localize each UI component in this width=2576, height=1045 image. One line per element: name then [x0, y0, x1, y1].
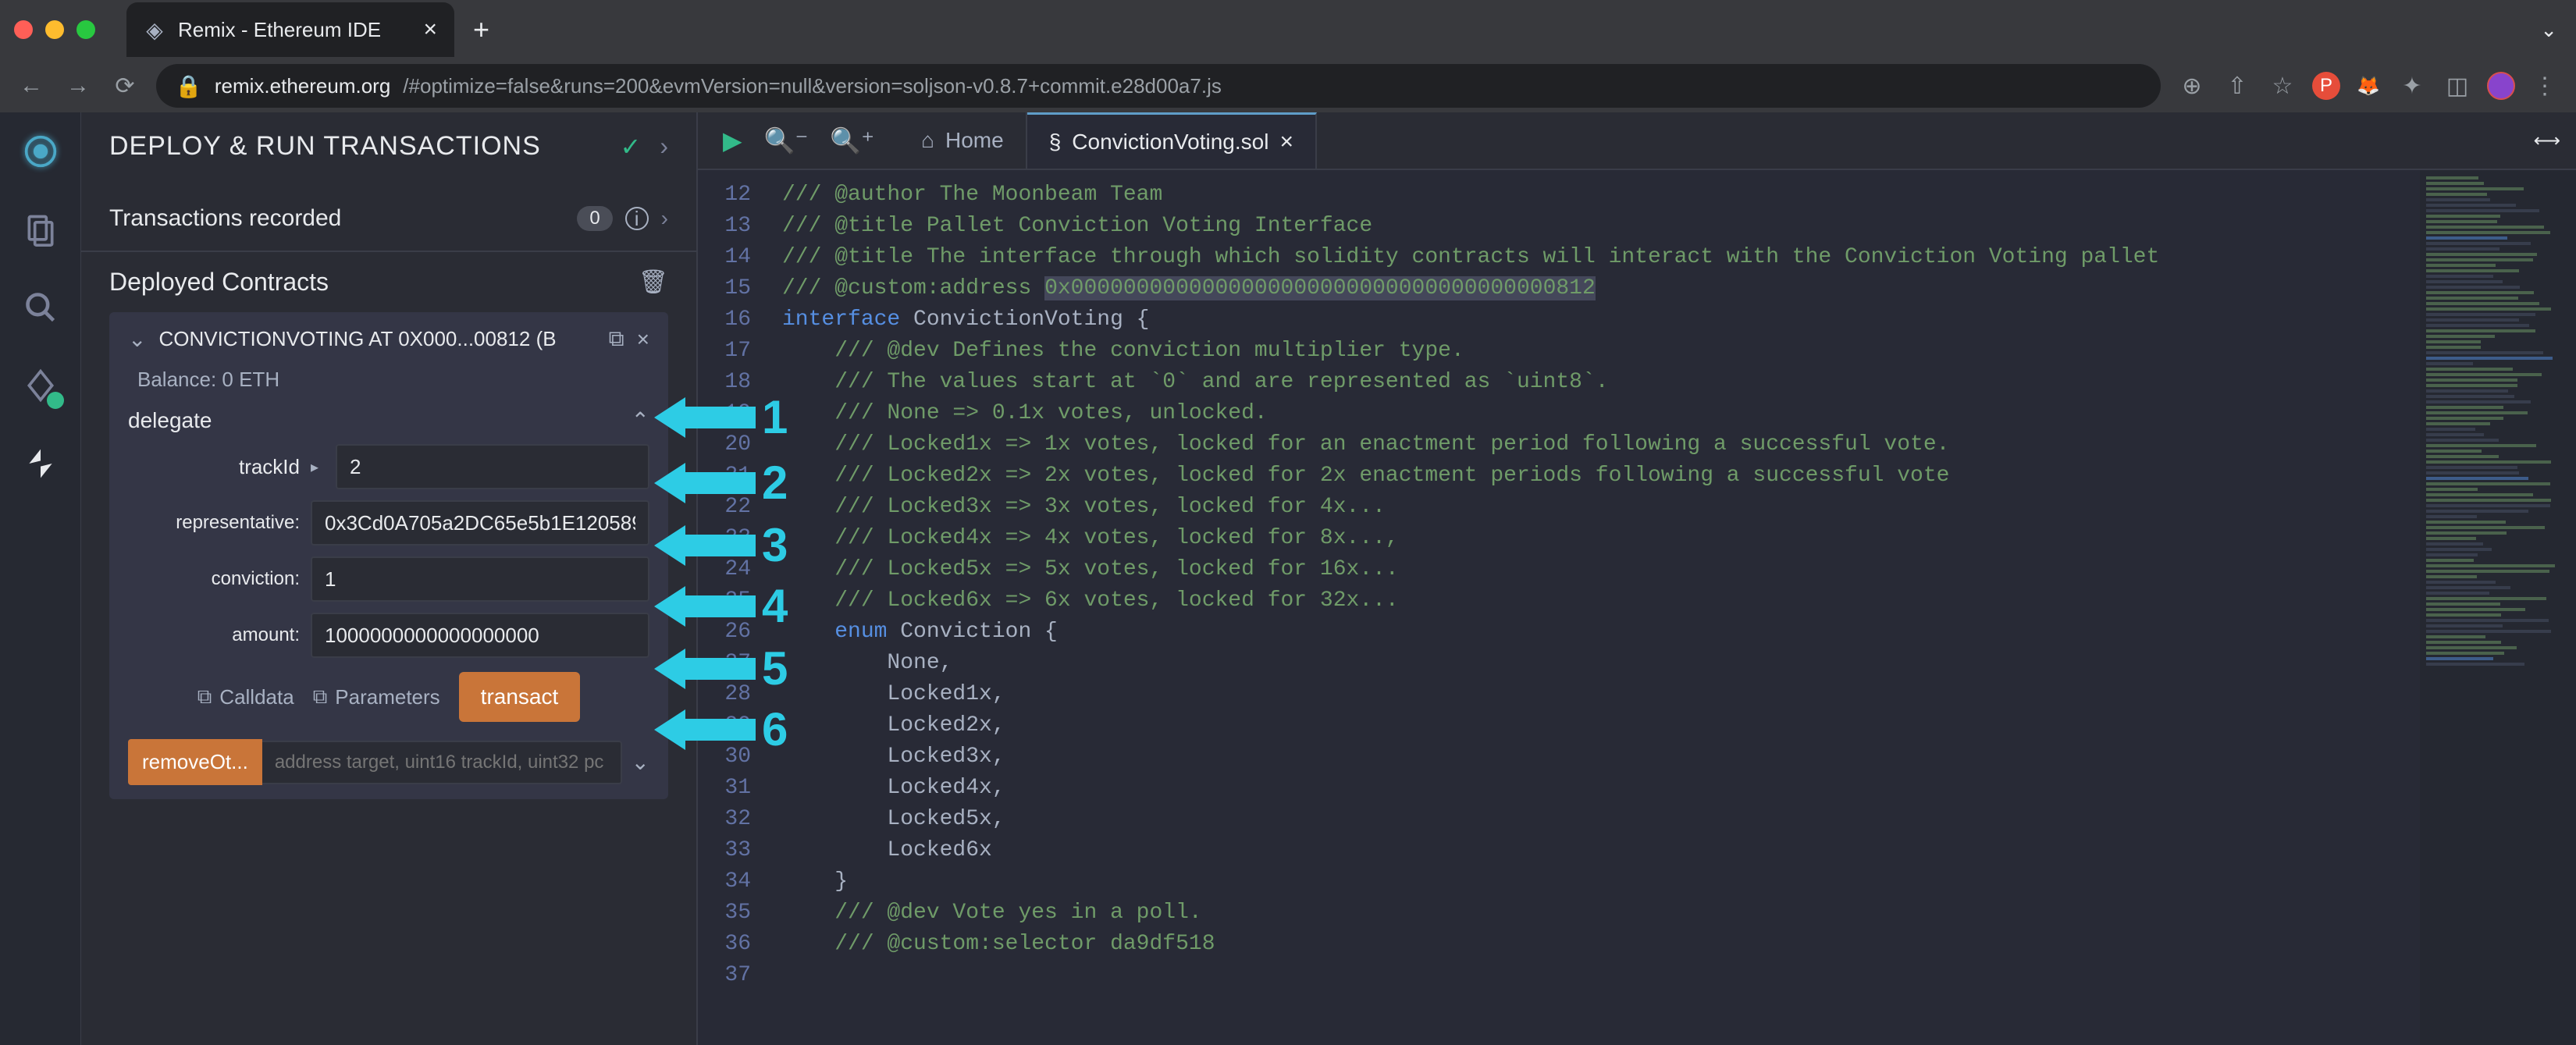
close-icon[interactable]: × — [637, 327, 649, 352]
url-host: remix.ethereum.org — [215, 74, 390, 98]
tab-close-icon[interactable]: × — [1279, 129, 1293, 155]
deploy-panel: DEPLOY & RUN TRANSACTIONS ✓ › Transactio… — [81, 112, 698, 1045]
code-content[interactable]: /// @author The Moonbeam Team/// @title … — [767, 170, 2420, 1045]
editor-toolbar: ▶ 🔍⁻ 🔍⁺ ⌂ Home § ConvictionVoting.sol × … — [698, 112, 2576, 170]
zoom-out-icon[interactable]: 🔍⁻ — [764, 126, 809, 155]
deploy-icon[interactable] — [20, 443, 61, 484]
zoom-in-icon[interactable]: 🔍⁺ — [830, 126, 874, 155]
play-icon[interactable]: ▶ — [723, 126, 742, 155]
maximize-window-icon[interactable] — [76, 20, 95, 39]
minimize-window-icon[interactable] — [45, 20, 64, 39]
tab-favicon-icon: ◈ — [144, 19, 165, 41]
removeot-args-input[interactable] — [262, 741, 622, 784]
reload-icon[interactable]: ⟳ — [109, 73, 141, 100]
collapse-icon[interactable]: ⌃ — [632, 407, 649, 433]
close-window-icon[interactable] — [14, 20, 33, 39]
action-row: ⧉ Calldata ⧉ Parameters transact — [128, 672, 649, 722]
forward-icon[interactable]: → — [62, 73, 94, 99]
file-explorer-icon[interactable] — [20, 209, 61, 250]
param-label: conviction: — [128, 568, 300, 590]
logo-icon[interactable] — [20, 131, 61, 172]
bookmark-icon[interactable]: ☆ — [2267, 73, 2298, 100]
search-icon[interactable] — [20, 287, 61, 328]
contract-card: ⌄ CONVICTIONVOTING AT 0X000...00812 (B ⧉… — [109, 312, 668, 799]
tab-overflow-icon[interactable]: ⌄ — [2540, 18, 2557, 42]
share-icon[interactable]: ⇧ — [2222, 73, 2253, 100]
transactions-title: Transactions recorded — [109, 205, 564, 232]
window-controls — [14, 20, 95, 39]
trackid-input[interactable] — [336, 444, 649, 489]
param-representative-row: representative: — [128, 500, 649, 546]
calldata-button[interactable]: ⧉ Calldata — [197, 684, 294, 709]
tab-home[interactable]: ⌂ Home — [899, 112, 1027, 169]
amount-input[interactable] — [311, 613, 649, 658]
extensions-icon[interactable]: ✦ — [2396, 73, 2428, 100]
menu-icon[interactable]: ⋮ — [2529, 73, 2560, 100]
new-tab-button[interactable]: + — [473, 13, 489, 46]
function-removeot-row: removeOt... ⌄ — [128, 739, 649, 785]
param-label: amount: — [128, 624, 300, 646]
contract-balance: Balance: 0 ETH — [137, 368, 649, 392]
function-name: delegate — [128, 408, 212, 433]
chevron-right-icon[interactable]: › — [661, 206, 668, 231]
conviction-input[interactable] — [311, 556, 649, 602]
lock-icon: 🔒 — [175, 73, 202, 99]
deployed-title: Deployed Contracts — [109, 268, 329, 297]
panel-header: DEPLOY & RUN TRANSACTIONS ✓ › — [81, 131, 696, 187]
copy-icon: ⧉ — [197, 684, 212, 709]
param-conviction-row: conviction: — [128, 556, 649, 602]
editor-area: ▶ 🔍⁻ 🔍⁺ ⌂ Home § ConvictionVoting.sol × … — [698, 112, 2576, 1045]
collapse-panel-icon[interactable]: ⟷ — [2534, 130, 2560, 152]
app: DEPLOY & RUN TRANSACTIONS ✓ › Transactio… — [0, 112, 2576, 1045]
panel-title: DEPLOY & RUN TRANSACTIONS — [109, 131, 541, 162]
nav-bar: ← → ⟳ 🔒 remix.ethereum.org /#optimize=fal… — [0, 59, 2576, 112]
browser-chrome: ◈ Remix - Ethereum IDE × + ⌄ ← → ⟳ 🔒 rem… — [0, 0, 2576, 112]
param-label: representative: — [128, 512, 300, 534]
removeot-button[interactable]: removeOt... — [128, 739, 262, 785]
contract-name: CONVICTIONVOTING AT 0X000...00812 (B — [158, 327, 596, 351]
profile-avatar-icon[interactable] — [2487, 72, 2515, 100]
representative-input[interactable] — [311, 500, 649, 546]
url-bar[interactable]: 🔒 remix.ethereum.org /#optimize=false&run… — [156, 64, 2161, 108]
solidity-icon: § — [1049, 130, 1062, 155]
chevron-right-icon[interactable]: › — [660, 132, 668, 161]
dropdown-icon[interactable]: ▸ — [311, 457, 318, 477]
extension-pinterest-icon[interactable]: P — [2312, 72, 2340, 100]
home-icon: ⌂ — [921, 128, 934, 153]
copy-icon[interactable]: ⧉ — [609, 326, 624, 352]
panel-icon[interactable]: ◫ — [2442, 73, 2473, 100]
deployed-contracts-section: Deployed Contracts 🗑 ⌄ CONVICTIONVOTING … — [81, 252, 696, 815]
param-label: trackId — [128, 455, 300, 479]
check-icon: ✓ — [621, 132, 642, 162]
gutter: 1213141516171819202122232425262728293031… — [698, 170, 767, 1045]
success-badge-icon — [47, 392, 64, 409]
copy-icon: ⧉ — [313, 684, 328, 709]
tab-file[interactable]: § ConvictionVoting.sol × — [1027, 112, 1317, 169]
tab-title: Remix - Ethereum IDE — [178, 18, 411, 42]
param-amount-row: amount: — [128, 613, 649, 658]
chevron-down-icon[interactable]: ⌄ — [632, 749, 649, 775]
icon-rail — [0, 112, 81, 1045]
zoom-icon[interactable]: ⊕ — [2176, 73, 2208, 100]
editor-body[interactable]: 1213141516171819202122232425262728293031… — [698, 170, 2576, 1045]
transact-button[interactable]: transact — [459, 672, 581, 722]
browser-tab[interactable]: ◈ Remix - Ethereum IDE × — [126, 2, 454, 57]
extension-metamask-icon[interactable]: 🦊 — [2354, 72, 2382, 100]
minimap[interactable] — [2420, 170, 2576, 1045]
function-delegate-header: delegate ⌃ — [128, 407, 649, 433]
info-icon[interactable]: i — [625, 207, 649, 230]
url-path: /#optimize=false&runs=200&evmVersion=nul… — [403, 74, 1222, 98]
param-trackid-row: trackId ▸ — [128, 444, 649, 489]
trash-icon[interactable]: 🗑 — [639, 268, 668, 296]
tab-strip: ◈ Remix - Ethereum IDE × + ⌄ — [0, 0, 2576, 59]
compiler-icon[interactable] — [20, 365, 61, 406]
parameters-button[interactable]: ⧉ Parameters — [313, 684, 440, 709]
transactions-count: 0 — [577, 206, 612, 231]
back-icon[interactable]: ← — [16, 73, 47, 99]
chevron-down-icon[interactable]: ⌄ — [128, 326, 146, 352]
transactions-section[interactable]: Transactions recorded 0 i › — [81, 187, 696, 252]
tab-close-icon[interactable]: × — [423, 16, 437, 43]
